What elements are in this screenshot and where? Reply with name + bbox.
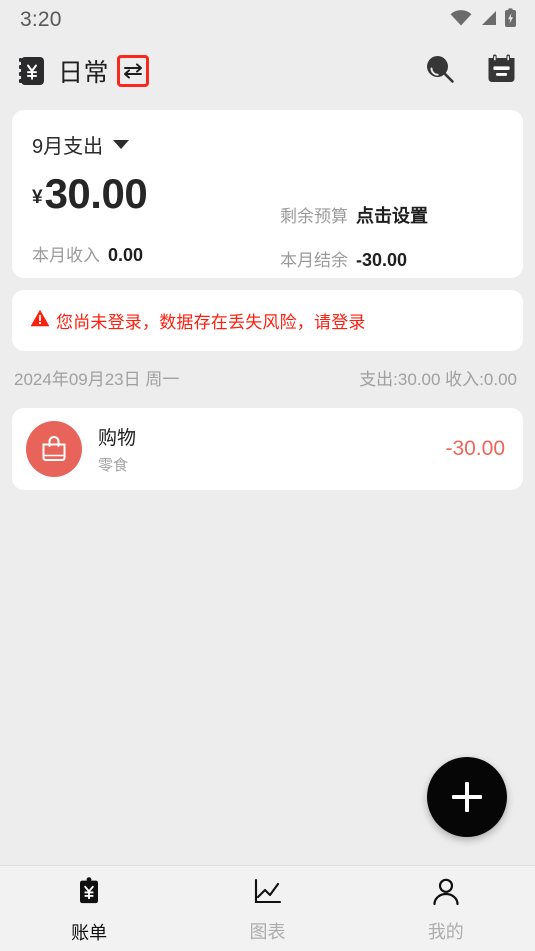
shopping-bag-icon [26, 421, 82, 477]
budget-label: 剩余预算 [280, 207, 348, 226]
person-icon [431, 878, 461, 909]
budget-value[interactable]: 点击设置 [356, 202, 428, 228]
income-value: 0.00 [108, 245, 144, 265]
login-warning-banner[interactable]: 您尚未登录，数据存在丢失风险，请登录 [12, 290, 523, 351]
swap-horizontal-icon[interactable] [117, 55, 150, 87]
transaction-category: 购物 [98, 428, 137, 449]
day-group-totals: 支出:30.00 收入:0.00 [359, 370, 517, 389]
balance-row: 本月结余 -30.00 [280, 246, 428, 271]
caret-down-icon [113, 140, 130, 149]
day-group-header: 2024年09月23日 周一 支出:30.00 收入:0.00 [0, 351, 535, 400]
content-area: 9月支出 ¥ 30.00 本月收入 0.00 剩余预算 点击设置 本月结余 -3… [0, 102, 535, 865]
total-expense-row: ¥ 30.00 [32, 173, 503, 215]
login-warning-text: 您尚未登录，数据存在丢失风险，请登录 [56, 313, 366, 332]
search-icon[interactable] [424, 53, 456, 90]
income-label: 本月收入 [32, 246, 100, 265]
balance-label: 本月结余 [280, 251, 348, 270]
status-icon-group [450, 7, 517, 33]
transaction-list: 购物 零食 -30.00 [12, 408, 523, 490]
month-selector-label: 9月支出 [32, 136, 104, 158]
app-bar-left-group: 日常 [18, 53, 150, 89]
day-group-date: 2024年09月23日 周一 [14, 370, 180, 389]
transaction-note: 零食 [98, 457, 129, 474]
table-row[interactable]: 购物 零食 -30.00 [12, 408, 523, 490]
battery-charging-icon [504, 7, 517, 33]
nav-item-profile[interactable]: 我的 [357, 874, 535, 944]
cellular-signal-icon [479, 10, 497, 31]
summary-card: 9月支出 ¥ 30.00 本月收入 0.00 剩余预算 点击设置 本月结余 -3… [12, 110, 523, 278]
nav-item-charts[interactable]: 图表 [178, 874, 356, 944]
app-bar: 日常 [0, 40, 535, 102]
bill-clipboard-yen-icon [76, 876, 102, 910]
status-time: 3:20 [20, 8, 62, 31]
income-block: 本月收入 0.00 [32, 241, 143, 266]
bottom-navigation: 账单 图表 我的 [0, 865, 535, 951]
transaction-amount: -30.00 [445, 437, 505, 460]
nav-item-bills[interactable]: 账单 [0, 873, 178, 945]
calendar-icon[interactable] [486, 53, 517, 89]
add-record-button[interactable] [427, 757, 507, 837]
ledger-yen-icon[interactable] [18, 56, 46, 86]
budget-row[interactable]: 剩余预算 点击设置 [280, 202, 428, 228]
app-bar-title: 日常 [58, 59, 110, 87]
plus-icon-vertical [465, 782, 469, 812]
currency-symbol: ¥ [32, 187, 43, 208]
warning-triangle-icon [30, 309, 50, 332]
nav-label-charts: 图表 [249, 921, 286, 942]
month-selector[interactable]: 9月支出 [32, 130, 503, 159]
chart-line-icon [252, 878, 282, 909]
transaction-texts: 购物 零食 [98, 423, 136, 475]
status-bar: 3:20 [0, 0, 535, 40]
app-bar-right-group [424, 53, 517, 90]
app-screen: 3:20 日常 9月支出 ¥ 30.00 本月收入 0.00 剩余预算 点击设置… [0, 0, 535, 951]
nav-label-bills: 账单 [71, 922, 108, 943]
total-expense-amount: 30.00 [44, 170, 148, 217]
summary-right-block: 剩余预算 点击设置 本月结余 -30.00 [280, 202, 428, 271]
wifi-icon [450, 9, 472, 31]
balance-value: -30.00 [356, 250, 408, 270]
nav-label-profile: 我的 [427, 921, 464, 942]
